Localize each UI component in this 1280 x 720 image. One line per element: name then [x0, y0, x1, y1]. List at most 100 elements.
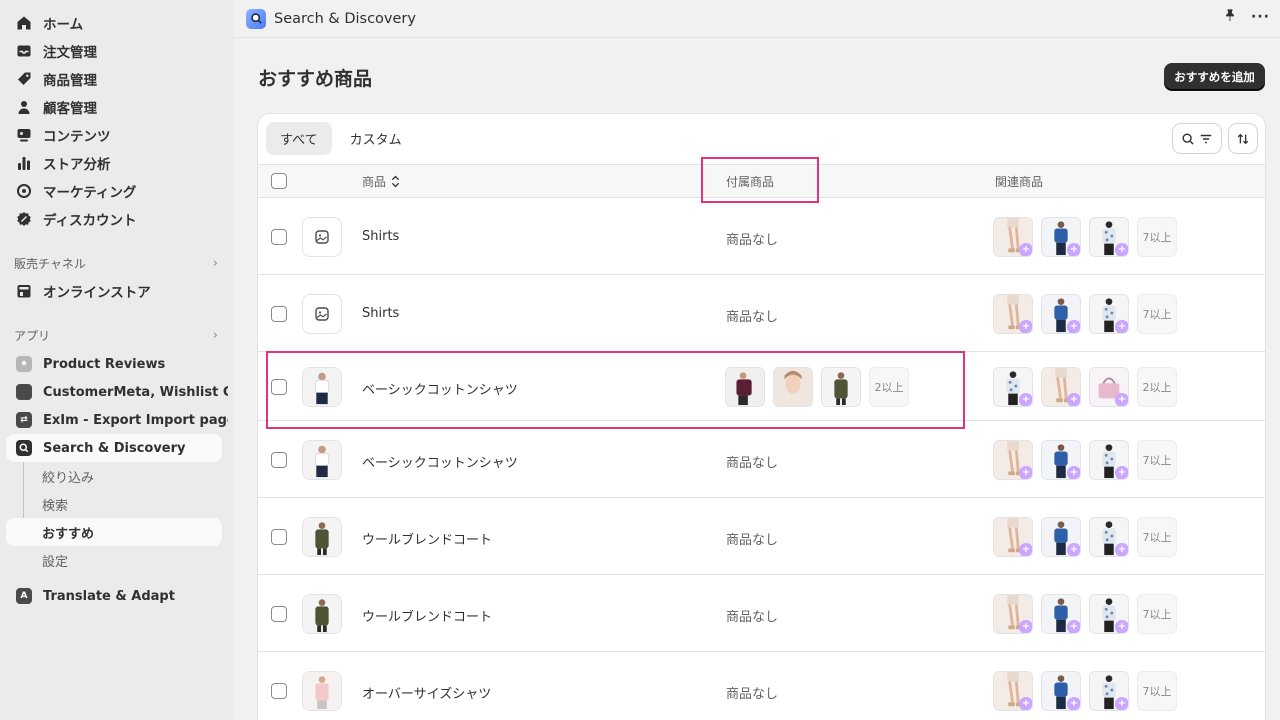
product-thumbnail[interactable]: + — [993, 671, 1033, 711]
sidebar-app-customermeta[interactable]: CustomerMeta, Wishlist C... — [6, 378, 228, 406]
search-discovery-logo-icon — [246, 8, 266, 29]
sidebar-item-home[interactable]: ホーム — [6, 9, 228, 37]
apps-header[interactable]: アプリ › — [6, 321, 228, 349]
more-products-badge[interactable]: 7以上 — [1137, 594, 1177, 634]
product-thumbnail[interactable]: + — [1089, 594, 1129, 634]
add-recommendation-button[interactable]: おすすめを追加 — [1164, 63, 1265, 90]
product-thumbnail[interactable]: + — [1041, 217, 1081, 257]
search-filter-button[interactable] — [1173, 124, 1221, 153]
sidebar-item-discounts[interactable]: ディスカウント — [6, 205, 228, 233]
sidebar-item-marketing[interactable]: マーケティング — [6, 177, 228, 205]
product-thumbnail[interactable]: + — [1089, 294, 1129, 334]
sidebar-subitem-settings[interactable]: 設定 — [6, 546, 222, 574]
more-products-badge[interactable]: 7以上 — [1137, 517, 1177, 557]
sidebar-item-content[interactable]: コンテンツ — [6, 121, 228, 149]
sidebar-app-translate-adapt[interactable]: A Translate & Adapt — [6, 582, 228, 610]
product-thumbnail[interactable]: + — [993, 517, 1033, 557]
row-checkbox[interactable] — [271, 529, 287, 545]
sidebar-subitem-filters[interactable]: 絞り込み — [6, 462, 222, 490]
product-name[interactable]: ウールブレンドコート — [362, 606, 492, 625]
ai-sparkle-icon: + — [1115, 466, 1128, 479]
product-name[interactable]: Shirts — [362, 306, 399, 321]
row-checkbox[interactable] — [271, 606, 287, 622]
sidebar-item-customers[interactable]: 顧客管理 — [6, 93, 228, 121]
tab-all[interactable]: すべて — [266, 122, 332, 155]
ai-sparkle-icon: + — [1067, 543, 1080, 556]
product-thumbnail[interactable]: + — [1041, 517, 1081, 557]
sidebar-subitem-recommendations[interactable]: おすすめ — [6, 518, 222, 546]
product-thumbnail[interactable]: + — [993, 594, 1033, 634]
ai-sparkle-icon: + — [1067, 620, 1080, 633]
product-thumbnail[interactable]: + — [1089, 440, 1129, 480]
product-image — [302, 517, 342, 557]
more-products-badge[interactable]: 7以上 — [1137, 440, 1177, 480]
row-checkbox[interactable] — [271, 683, 287, 699]
more-products-badge[interactable]: 7以上 — [1137, 671, 1177, 711]
select-all-checkbox[interactable] — [271, 173, 287, 189]
product-name[interactable]: オーバーサイズシャツ — [362, 683, 491, 702]
product-thumbnail[interactable]: + — [1089, 517, 1129, 557]
sort-button[interactable] — [1229, 124, 1257, 153]
tab-custom[interactable]: カスタム — [336, 122, 416, 155]
more-options-icon[interactable]: ··· — [1251, 9, 1270, 25]
product-thumbnail[interactable]: + — [993, 440, 1033, 480]
product-thumbnail[interactable]: + — [1041, 440, 1081, 480]
row-checkbox[interactable] — [271, 306, 287, 322]
search-icon — [1182, 132, 1194, 145]
sidebar-subitem-label: 設定 — [42, 554, 69, 570]
table-row[interactable]: ベーシックコットンシャツ 商品なし + + +7以上 — [258, 421, 1265, 498]
more-products-badge[interactable]: 2以上 — [1137, 367, 1177, 407]
sidebar-app-search-discovery[interactable]: Search & Discovery — [6, 434, 222, 462]
product-thumbnail[interactable]: + — [1041, 671, 1081, 711]
product-name[interactable]: ウールブレンドコート — [362, 529, 492, 548]
row-checkbox[interactable] — [271, 452, 287, 468]
product-thumbnail[interactable]: + — [1041, 294, 1081, 334]
ai-sparkle-icon: + — [1019, 697, 1032, 710]
product-name[interactable]: ベーシックコットンシャツ — [362, 452, 518, 471]
column-related-label: 関連商品 — [995, 174, 1044, 189]
table-row[interactable]: Shirts 商品なし + + +7以上 — [258, 275, 1265, 352]
table-row[interactable]: ウールブレンドコート 商品なし + + +7以上 — [258, 498, 1265, 575]
product-thumbnail[interactable]: + — [993, 367, 1033, 407]
exim-icon: ⇄ — [16, 412, 32, 428]
product-thumbnail[interactable]: + — [1041, 367, 1081, 407]
sidebar-item-online-store[interactable]: オンラインストア — [6, 277, 228, 305]
product-thumbnail[interactable]: + — [1089, 217, 1129, 257]
table-row[interactable]: オーバーサイズシャツ 商品なし + + +7以上 — [258, 652, 1265, 720]
column-related: 関連商品 — [995, 165, 1043, 197]
sidebar-item-label: CustomerMeta, Wishlist C... — [43, 384, 228, 400]
sidebar-item-orders[interactable]: 注文管理 — [6, 37, 228, 65]
row-checkbox[interactable] — [271, 229, 287, 245]
product-thumbnail[interactable]: + — [993, 217, 1033, 257]
table-row[interactable]: ウールブレンドコート 商品なし + + +7以上 — [258, 575, 1265, 652]
tab-list: すべて カスタム — [266, 122, 416, 155]
star-icon: ★ — [16, 356, 32, 372]
product-thumbnail[interactable]: + — [1089, 671, 1129, 711]
sidebar-app-exim[interactable]: ⇄ ExIm - Export Import pages — [6, 406, 228, 434]
table-row[interactable]: Shirts 商品なし + + +7以上 — [258, 198, 1265, 275]
search-discovery-icon — [16, 440, 32, 456]
sidebar-subitem-label: おすすめ — [42, 526, 95, 542]
product-image — [302, 671, 342, 711]
pin-icon[interactable] — [1223, 8, 1237, 26]
sidebar-subitem-search[interactable]: 検索 — [6, 490, 222, 518]
ai-sparkle-icon: + — [1115, 697, 1128, 710]
sidebar-subitem-label: 絞り込み — [42, 470, 95, 486]
more-products-badge[interactable]: 7以上 — [1137, 294, 1177, 334]
bar-chart-icon — [16, 155, 32, 171]
sidebar-app-product-reviews[interactable]: ★ Product Reviews — [6, 350, 228, 378]
more-products-badge[interactable]: 7以上 — [1137, 217, 1177, 257]
page-title: おすすめ商品 — [258, 68, 373, 90]
product-thumbnail[interactable]: + — [1089, 367, 1129, 407]
product-thumbnail[interactable]: + — [993, 294, 1033, 334]
column-product[interactable]: 商品 — [362, 165, 400, 197]
product-name[interactable]: Shirts — [362, 229, 399, 244]
ai-sparkle-icon: + — [1067, 393, 1080, 406]
sort-toggle-icon — [391, 175, 400, 187]
topbar-actions: ··· — [1223, 0, 1270, 34]
translate-icon: A — [16, 588, 32, 604]
sidebar-item-analytics[interactable]: ストア分析 — [6, 149, 228, 177]
sales-channels-header[interactable]: 販売チャネル › — [6, 249, 228, 277]
sidebar-item-products[interactable]: 商品管理 — [6, 65, 228, 93]
product-thumbnail[interactable]: + — [1041, 594, 1081, 634]
